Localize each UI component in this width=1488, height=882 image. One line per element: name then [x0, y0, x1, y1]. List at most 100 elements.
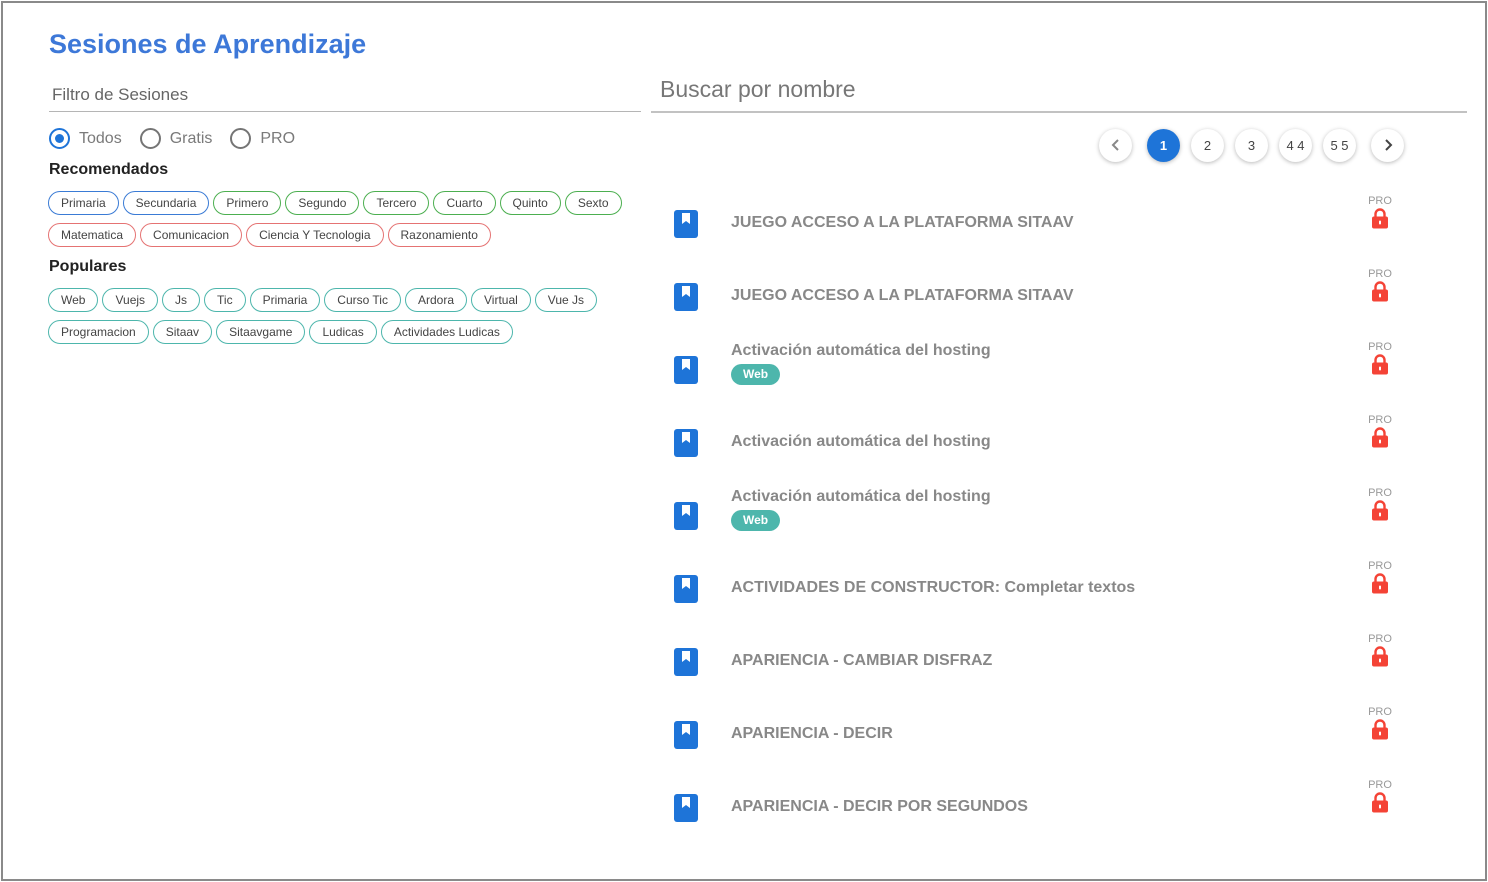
session-item[interactable]: JUEGO ACCESO A LA PLATAFORMA SITAAV PRO — [651, 186, 1431, 259]
session-item[interactable]: APARIENCIA - DECIR POR SEGUNDOS PRO — [651, 770, 1431, 843]
search-input[interactable] — [660, 73, 1440, 105]
pro-badge: PRO — [1367, 414, 1393, 448]
populares-heading: Populares — [49, 258, 127, 275]
page-button-1[interactable]: 1 — [1147, 129, 1180, 162]
lock-icon — [1367, 208, 1393, 229]
pro-badge: PRO — [1367, 779, 1393, 813]
recomendados-chip[interactable]: Razonamiento — [387, 223, 491, 247]
session-title[interactable]: Activación automática del hosting — [731, 433, 991, 451]
chevron-left-icon — [1111, 139, 1119, 151]
book-icon — [673, 720, 699, 750]
prev-page-button[interactable] — [1099, 129, 1132, 162]
radio-gratis[interactable]: Gratis — [139, 128, 213, 149]
radio-pro-circle[interactable] — [230, 128, 252, 149]
book-icon — [673, 574, 699, 604]
recomendados-chip[interactable]: Primaria — [48, 191, 119, 215]
populares-chip[interactable]: Vuejs — [102, 288, 159, 312]
lock-icon — [1367, 354, 1393, 375]
book-icon — [673, 428, 699, 458]
populares-chip[interactable]: Sitaav — [152, 320, 213, 344]
next-page-button[interactable] — [1371, 129, 1404, 162]
plan-radio-group: Todos Gratis PRO — [49, 128, 313, 149]
radio-todos-circle[interactable] — [49, 128, 70, 149]
book-icon — [673, 793, 699, 823]
radio-gratis-circle[interactable] — [139, 128, 161, 149]
recomendados-chip[interactable]: Secundaria — [122, 191, 210, 215]
book-icon — [673, 647, 699, 677]
lock-icon — [1367, 719, 1393, 740]
lock-icon — [1367, 427, 1393, 448]
recomendados-chip[interactable]: Matematica — [48, 223, 137, 247]
pro-badge: PRO — [1367, 341, 1393, 375]
recomendados-chip[interactable]: Ciencia Y Tecnologia — [246, 223, 384, 247]
populares-chip[interactable]: Ludicas — [309, 320, 377, 344]
session-item[interactable]: Activación automática del hosting Web PRO — [651, 478, 1431, 551]
populares-chip[interactable]: Tic — [204, 288, 246, 312]
recomendados-chip[interactable]: Cuarto — [433, 191, 496, 215]
session-title[interactable]: ACTIVIDADES DE CONSTRUCTOR: Completar te… — [731, 579, 1135, 597]
pro-badge: PRO — [1367, 195, 1393, 229]
radio-todos-label: Todos — [79, 129, 122, 147]
recomendados-chip[interactable]: Comunicacion — [140, 223, 243, 247]
book-icon — [673, 282, 699, 312]
populares-chip[interactable]: Actividades Ludicas — [380, 320, 513, 344]
session-item[interactable]: APARIENCIA - CAMBIAR DISFRAZ PRO — [651, 624, 1431, 697]
radio-pro-label: PRO — [260, 129, 296, 147]
populares-chip[interactable]: Web — [48, 288, 99, 312]
session-filter-field: Filtro de Sesiones — [49, 81, 641, 112]
session-list: JUEGO ACCESO A LA PLATAFORMA SITAAV PRO JU… — [651, 186, 1431, 843]
session-title[interactable]: JUEGO ACCESO A LA PLATAFORMA SITAAV — [731, 287, 1074, 305]
pro-badge: PRO — [1367, 560, 1393, 594]
session-item[interactable]: ACTIVIDADES DE CONSTRUCTOR: Completar te… — [651, 551, 1431, 624]
session-tag: Web — [731, 364, 781, 385]
populares-chip[interactable]: Vue Js — [534, 288, 598, 312]
session-title[interactable]: APARIENCIA - CAMBIAR DISFRAZ — [731, 652, 992, 670]
recomendados-chip[interactable]: Segundo — [285, 191, 360, 215]
session-title[interactable]: Activación automática del hosting — [731, 488, 991, 506]
pro-label: PRO — [1368, 341, 1392, 353]
populares-chip[interactable]: Virtual — [471, 288, 531, 312]
search-field[interactable] — [651, 67, 1467, 113]
page-button-2[interactable]: 2 — [1191, 129, 1224, 162]
recomendados-chip[interactable]: Primero — [213, 191, 282, 215]
session-title[interactable]: JUEGO ACCESO A LA PLATAFORMA SITAAV — [731, 214, 1074, 232]
radio-gratis-label: Gratis — [169, 129, 213, 147]
populares-chip[interactable]: Programacion — [48, 320, 149, 344]
lock-icon — [1367, 281, 1393, 302]
populares-chip[interactable]: Ardora — [404, 288, 467, 312]
session-title[interactable]: Activación automática del hosting — [731, 342, 991, 360]
recomendados-chip[interactable]: Sexto — [564, 191, 622, 215]
page-button-3[interactable]: 3 — [1235, 129, 1268, 162]
session-title[interactable]: APARIENCIA - DECIR — [731, 725, 893, 743]
pro-label: PRO — [1368, 706, 1392, 718]
page-button-44[interactable]: 4 4 — [1279, 129, 1312, 162]
pro-badge: PRO — [1367, 633, 1393, 667]
session-item[interactable]: JUEGO ACCESO A LA PLATAFORMA SITAAV PRO — [651, 259, 1431, 332]
populares-chip[interactable]: Primaria — [249, 288, 321, 312]
app-frame: Sesiones de Aprendizaje Filtro de Sesion… — [1, 1, 1487, 881]
radio-todos[interactable]: Todos — [49, 128, 122, 149]
populares-chip[interactable]: Sitaavgame — [216, 320, 306, 344]
populares-chip[interactable]: Js — [162, 288, 201, 312]
page-button-55[interactable]: 5 5 — [1323, 129, 1356, 162]
book-icon — [673, 501, 699, 531]
pro-label: PRO — [1368, 779, 1392, 791]
session-item[interactable]: Activación automática del hosting PRO — [651, 405, 1431, 478]
book-icon — [673, 355, 699, 385]
recomendados-heading: Recomendados — [49, 161, 169, 178]
session-item[interactable]: APARIENCIA - DECIR PRO — [651, 697, 1431, 770]
recomendados-chip[interactable]: Tercero — [363, 191, 430, 215]
pro-label: PRO — [1368, 268, 1392, 280]
pro-badge: PRO — [1367, 487, 1393, 521]
pro-label: PRO — [1368, 195, 1392, 207]
pro-label: PRO — [1368, 560, 1392, 572]
recomendados-chip[interactable]: Quinto — [499, 191, 561, 215]
pro-label: PRO — [1368, 414, 1392, 426]
recomendados-chip-list: Primaria Secundaria Primero Segundo Tercero C… — [48, 191, 638, 255]
page-title: Sesiones de Aprendizaje — [49, 29, 367, 59]
session-filter-label: Filtro de Sesiones — [52, 85, 189, 104]
radio-pro[interactable]: PRO — [230, 128, 295, 149]
session-title[interactable]: APARIENCIA - DECIR POR SEGUNDOS — [731, 798, 1028, 816]
populares-chip[interactable]: Curso Tic — [324, 288, 401, 312]
session-item[interactable]: Activación automática del hosting Web PRO — [651, 332, 1431, 405]
